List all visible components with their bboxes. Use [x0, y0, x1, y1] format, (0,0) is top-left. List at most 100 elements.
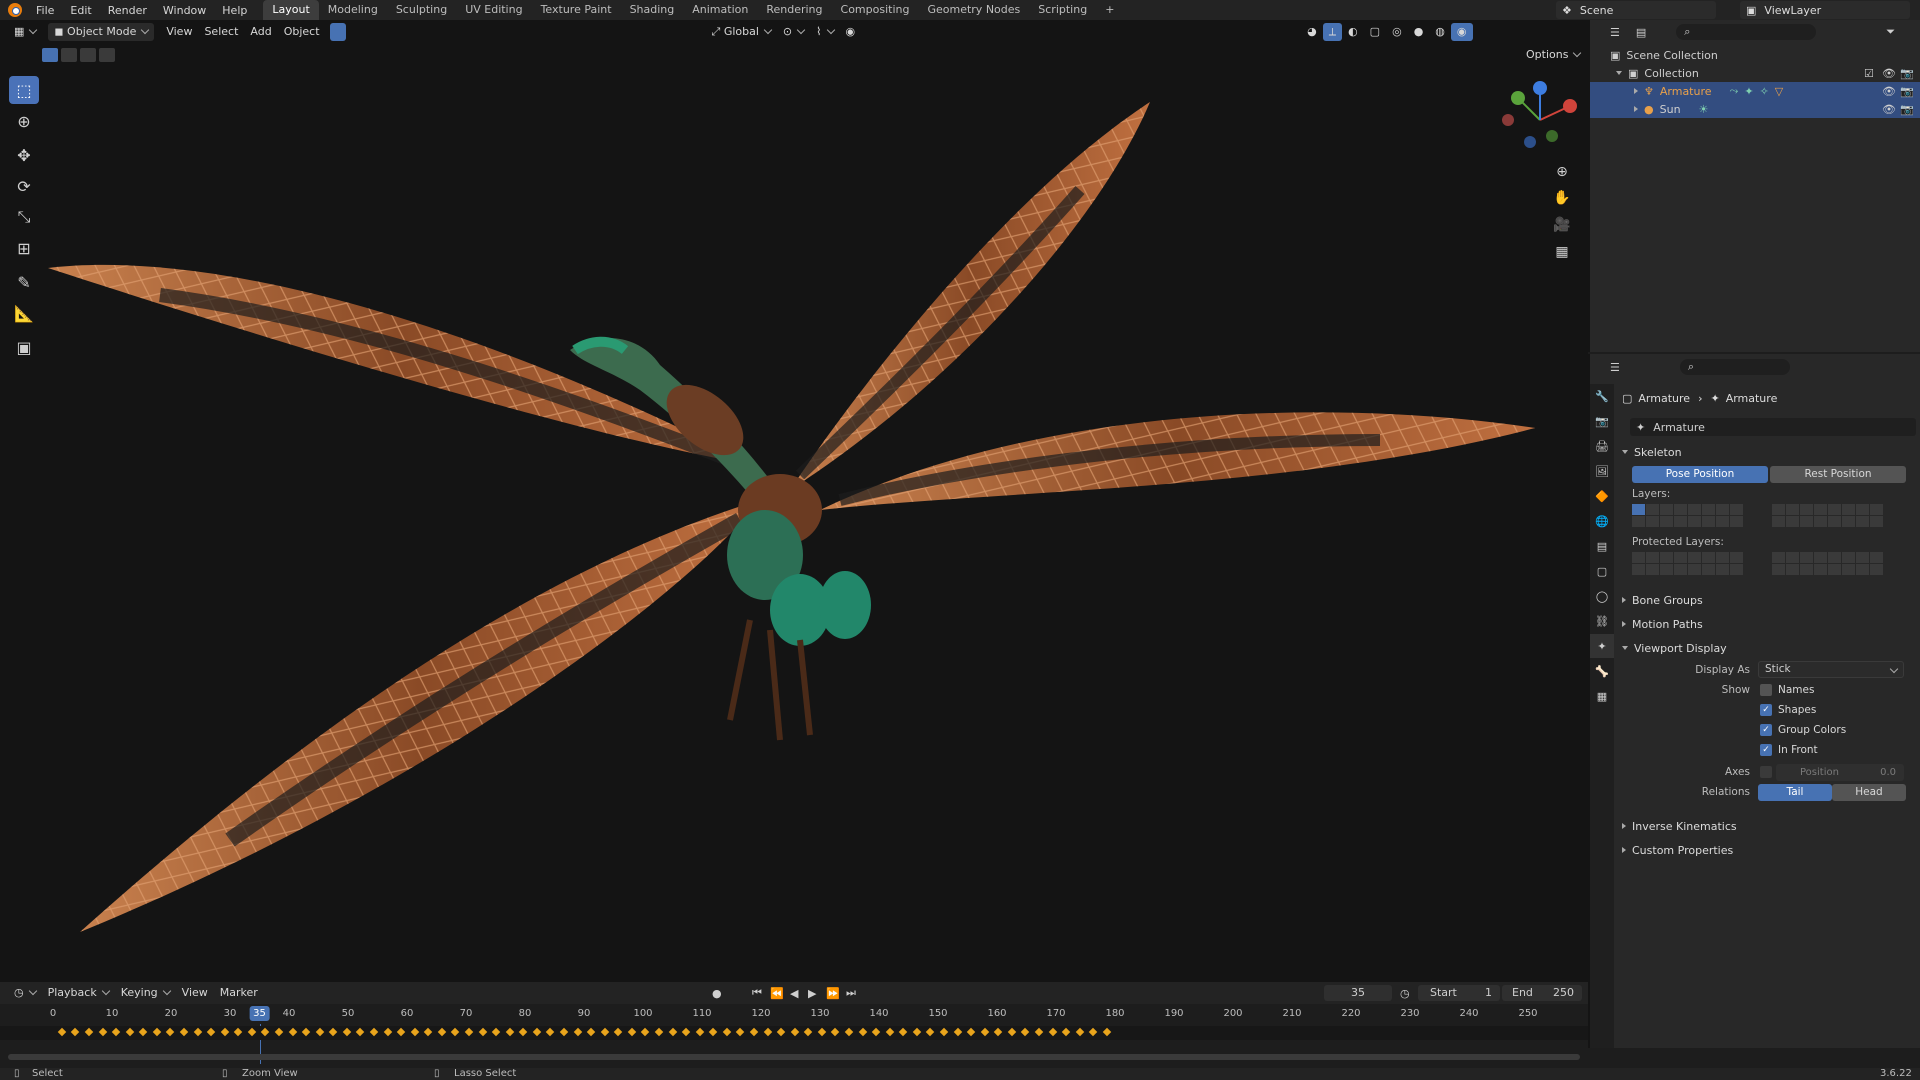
menu-window[interactable]: Window	[155, 4, 214, 17]
keyframe-marker[interactable]	[681, 1027, 691, 1037]
keyframe-marker[interactable]	[98, 1027, 107, 1037]
keyframe-marker[interactable]	[206, 1027, 216, 1037]
texture-tab-icon[interactable]: ▦	[1590, 684, 1614, 708]
keyframe-marker[interactable]	[804, 1027, 813, 1037]
snap-icon[interactable]: ⌇	[810, 23, 839, 41]
keyframe-marker[interactable]	[329, 1027, 338, 1037]
frame-ruler[interactable]: 0 10 20 30 40 50 60 70 80 90 100 110 120 130 140 150 160…	[0, 1004, 1588, 1064]
menu-add[interactable]: Add	[244, 23, 277, 41]
keyframe-marker[interactable]	[586, 1027, 596, 1037]
tab-rendering[interactable]: Rendering	[757, 0, 831, 20]
keyframe-marker[interactable]	[1088, 1027, 1098, 1037]
inverse-kinematics-panel-header[interactable]: Inverse Kinematics	[1622, 816, 1916, 836]
tab-animation[interactable]: Animation	[683, 0, 757, 20]
move-tool-icon[interactable]: ✥	[9, 141, 39, 169]
expand-toggle-icon[interactable]	[1622, 450, 1628, 454]
orientation-selector[interactable]: ⤢ Global	[706, 23, 777, 41]
keyframe-marker[interactable]	[709, 1027, 718, 1037]
keyframe-marker[interactable]	[898, 1027, 908, 1037]
tab-compositing[interactable]: Compositing	[832, 0, 919, 20]
proportional-edit-icon[interactable]: ◉	[840, 23, 862, 41]
keyframe-marker[interactable]	[926, 1027, 935, 1037]
menu-object[interactable]: Object	[278, 23, 326, 41]
options-dropdown[interactable]: Options	[1520, 46, 1586, 64]
tab-layout[interactable]: Layout	[263, 0, 319, 20]
keyframe-marker[interactable]	[532, 1027, 542, 1037]
visibility-icon[interactable]: ◕	[1301, 23, 1323, 41]
timeline-scrollbar[interactable]	[8, 1054, 1580, 1060]
bone-tab-icon[interactable]: 🦴	[1590, 659, 1614, 683]
keyframe-marker[interactable]	[641, 1027, 650, 1037]
keyframe-marker[interactable]	[668, 1027, 677, 1037]
keyframe-marker[interactable]	[437, 1027, 447, 1037]
keyframe-marker[interactable]	[84, 1027, 94, 1037]
keyframe-marker[interactable]	[261, 1027, 270, 1037]
select-new-icon[interactable]	[42, 48, 58, 62]
keyframe-marker[interactable]	[763, 1027, 772, 1037]
keyframe-marker[interactable]	[1007, 1027, 1017, 1037]
collection-eye-icon[interactable]: 👁	[1882, 67, 1896, 80]
keyframe-marker[interactable]	[1048, 1027, 1057, 1037]
keyframe-marker[interactable]	[858, 1027, 867, 1037]
keyframe-marker[interactable]	[464, 1027, 474, 1037]
output-tab-icon[interactable]: 🖨	[1590, 434, 1614, 458]
expand-toggle-icon[interactable]	[1634, 106, 1638, 112]
blender-logo-icon[interactable]	[8, 3, 22, 17]
object-tab-icon[interactable]: ▢	[1590, 559, 1614, 583]
relations-head-button[interactable]: Head	[1832, 784, 1906, 801]
keyframe-marker[interactable]	[274, 1027, 284, 1037]
rest-position-button[interactable]: Rest Position	[1770, 466, 1906, 483]
tab-scripting[interactable]: Scripting	[1029, 0, 1096, 20]
keyframe-marker[interactable]	[57, 1027, 67, 1037]
outliner-item-armature[interactable]: ♆ Armature ⤳ ✦ ✧ ▽ 👁 📷	[1590, 82, 1920, 100]
physics-tab-icon[interactable]: ◯	[1590, 584, 1614, 608]
display-as-dropdown[interactable]: Stick	[1758, 661, 1904, 678]
pan-hand-icon[interactable]: ✋	[1550, 186, 1574, 210]
clock-icon[interactable]: ◷	[1400, 987, 1410, 1000]
menu-marker[interactable]: Marker	[214, 984, 264, 1002]
keyframe-marker[interactable]	[478, 1027, 487, 1037]
y-axis-icon[interactable]	[1511, 91, 1525, 105]
expand-toggle-icon[interactable]	[1622, 621, 1626, 627]
collection-checkbox-icon[interactable]: ☑	[1864, 67, 1874, 80]
rotate-tool-icon[interactable]: ⟳	[9, 172, 39, 200]
keyframe-marker[interactable]	[980, 1027, 989, 1037]
add-workspace-button[interactable]: +	[1096, 0, 1123, 20]
keyframe-marker[interactable]	[966, 1027, 976, 1037]
playhead-frame-indicator[interactable]: 35	[249, 1006, 270, 1021]
overlays-icon[interactable]: ◐	[1342, 23, 1364, 41]
editor-type-button[interactable]: ▦	[8, 23, 42, 41]
expand-toggle-icon[interactable]	[1622, 646, 1628, 650]
play-icon[interactable]: ▶	[808, 987, 816, 1000]
axes-checkbox[interactable]	[1760, 766, 1772, 778]
keyframe-marker[interactable]	[369, 1027, 379, 1037]
keyframe-marker[interactable]	[451, 1027, 460, 1037]
collection-camera-icon[interactable]: 📷	[1900, 67, 1914, 80]
menu-select[interactable]: Select	[198, 23, 244, 41]
rendered-shading-icon[interactable]: ◉	[1450, 23, 1473, 41]
expand-toggle-icon[interactable]	[1622, 597, 1626, 603]
keyframe-marker[interactable]	[1061, 1027, 1071, 1037]
keyframe-marker[interactable]	[614, 1027, 623, 1037]
neg-z-axis-icon[interactable]	[1524, 136, 1536, 148]
keyframe-marker[interactable]	[844, 1027, 854, 1037]
sun-eye-icon[interactable]: 👁	[1882, 103, 1896, 116]
transform-tool-icon[interactable]: ⊞	[9, 234, 39, 262]
xray-icon[interactable]: ▢	[1364, 23, 1386, 41]
keyframe-marker[interactable]	[505, 1027, 514, 1037]
x-axis-icon[interactable]	[1563, 99, 1577, 113]
armature-eye-icon[interactable]: 👁	[1882, 85, 1896, 98]
camera-view-icon[interactable]: 🎥	[1550, 213, 1574, 237]
view-layer-selector[interactable]: ▣ ViewLayer	[1740, 1, 1910, 19]
menu-edit[interactable]: Edit	[62, 4, 99, 17]
keyframe-marker[interactable]	[1075, 1027, 1084, 1037]
display-mode-icon[interactable]: ▤	[1636, 26, 1646, 39]
keyframe-marker[interactable]	[125, 1027, 134, 1037]
select-box-tool-icon[interactable]: ⬚	[9, 76, 39, 104]
world-tab-icon[interactable]: 🌐	[1590, 509, 1614, 533]
constraints-tab-icon[interactable]: ⛓	[1590, 609, 1614, 633]
3d-viewport[interactable]: ▦ ◼ Object Mode View Select Add Object ⤢…	[0, 20, 1588, 980]
keyframe-marker[interactable]	[573, 1027, 582, 1037]
gizmo-toggle-icon[interactable]: ⟂	[1322, 23, 1343, 41]
keyframe-marker[interactable]	[627, 1027, 637, 1037]
